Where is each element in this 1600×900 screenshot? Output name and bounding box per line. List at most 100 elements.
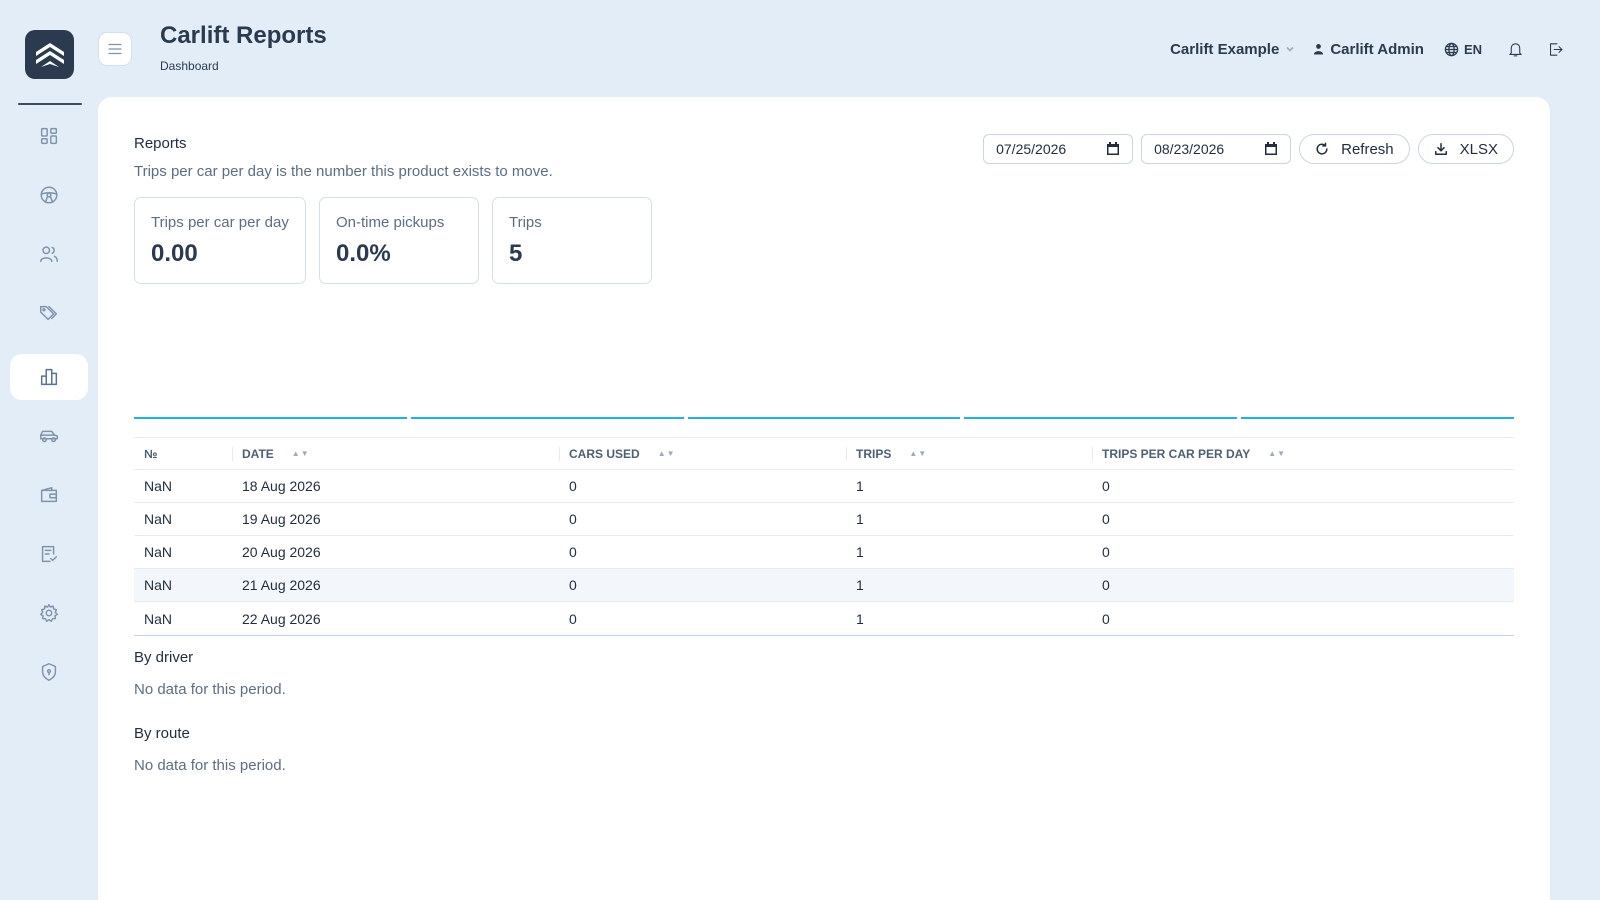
sidebar-item-pricing[interactable] [10,290,88,336]
bell-icon [1508,42,1522,56]
kpi-card-on-time-pickups: On-time pickups 0.0% [319,197,479,284]
kpi-label: Trips [509,214,542,231]
daily-report-table: № DATE ▲▼ CARS USED ▲▼ TRIPS ▲▼ TRIPS PER C… [134,437,1514,636]
column-label: CARS USED [569,446,640,461]
carlift-logo-icon [35,42,64,67]
column-label: TRIPS PER CAR PER DAY [1102,446,1251,461]
sort-icon[interactable]: ▲▼ [1268,449,1286,458]
sidebar-item-cars[interactable] [10,413,88,459]
page-title: Carlift Reports [160,22,327,49]
by-route-empty: No data for this period. [134,757,286,774]
column-label: DATE [242,446,274,461]
cell-number: NaN [144,577,173,593]
user-name: Carlift Admin [1330,40,1424,58]
sidebar-item-users[interactable] [10,231,88,277]
table-row[interactable]: NaN 21 Aug 2026 0 1 0 [134,569,1514,602]
bar-chart-icon [40,368,58,386]
sidebar-item-reports[interactable] [10,354,88,400]
logout-icon [1549,42,1562,56]
cell-number: NaN [144,478,173,494]
cell-trips-per-car: 0 [1102,610,1110,627]
column-header-trips[interactable]: TRIPS ▲▼ [846,438,1092,469]
refresh-label: Refresh [1341,140,1394,158]
app-logo[interactable] [25,30,74,79]
users-icon [40,246,58,263]
cell-trips-per-car: 0 [1102,478,1110,494]
cell-date: 22 Aug 2026 [242,610,321,627]
cell-number: NaN [144,610,173,627]
refresh-button[interactable]: Refresh [1299,134,1410,164]
org-selector[interactable]: Carlift Example [1170,41,1295,58]
cell-cars-used: 0 [569,511,577,527]
reports-title: Reports [134,135,187,152]
export-label: XLSX [1459,140,1498,158]
menu-toggle-button[interactable] [98,32,132,66]
sidebar-divider [18,103,82,105]
export-xlsx-button[interactable]: XLSX [1417,134,1514,164]
by-driver-title: By driver [134,649,194,666]
table-row[interactable]: NaN 22 Aug 2026 0 1 0 [134,602,1514,635]
steering-wheel-icon [40,186,58,204]
cell-date: 19 Aug 2026 [242,511,321,527]
date-to-input[interactable]: 08/23/2026 [1141,134,1292,164]
chart-segment [687,417,961,419]
cell-date: 20 Aug 2026 [242,544,321,560]
logout-button[interactable] [1546,40,1564,58]
notifications-button[interactable] [1506,40,1524,58]
kpi-label: Trips per car per day [151,214,289,231]
cell-trips: 1 [856,478,864,494]
column-label: TRIPS [856,446,892,461]
table-row[interactable]: NaN 19 Aug 2026 0 1 0 [134,503,1514,536]
calendar-icon[interactable] [1106,142,1120,156]
language-selector[interactable]: EN [1444,42,1482,57]
kpi-label: On-time pickups [336,214,445,231]
cell-number: NaN [144,544,173,560]
chart-segment [1241,417,1514,419]
column-header-number[interactable]: № [134,438,232,469]
shield-icon [41,663,57,681]
sort-icon[interactable]: ▲▼ [658,449,676,458]
sidebar-item-dashboard[interactable] [10,113,88,159]
table-row[interactable]: NaN 20 Aug 2026 0 1 0 [134,536,1514,569]
sidebar-item-security[interactable] [10,649,88,695]
sidebar-item-settings[interactable] [10,590,88,636]
cell-trips: 1 [856,544,864,560]
cell-number: NaN [144,511,173,527]
chevron-down-icon [1286,46,1294,52]
table-header: № DATE ▲▼ CARS USED ▲▼ TRIPS ▲▼ TRIPS PER C… [134,438,1514,470]
sidebar-item-wallet[interactable] [10,472,88,518]
sidebar-item-drivers[interactable] [10,172,88,218]
download-icon [1434,143,1447,155]
date-from-input[interactable]: 07/25/2026 [983,134,1134,164]
refresh-icon [1316,142,1328,155]
report-toolbar: 07/25/2026 08/23/2026 Refresh XLSX [983,134,1514,164]
calendar-icon[interactable] [1264,142,1278,156]
cell-trips: 1 [856,610,864,627]
cell-trips: 1 [856,511,864,527]
date-from-value: 07/25/2026 [996,141,1067,157]
user-menu[interactable]: Carlift Admin [1313,41,1424,58]
checklist-icon [41,545,58,563]
kpi-row: Trips per car per day 0.00 On-time picku… [134,197,652,284]
by-route-title: By route [134,725,190,742]
header-actions: Carlift Example Carlift Admin EN [1170,36,1564,62]
sort-icon[interactable]: ▲▼ [292,449,310,458]
table-row[interactable]: NaN 18 Aug 2026 0 1 0 [134,470,1514,503]
chart-segment [964,417,1238,419]
date-to-value: 08/23/2026 [1154,141,1225,157]
column-header-date[interactable]: DATE ▲▼ [232,438,559,469]
tags-icon [40,305,58,321]
column-label: № [144,446,158,461]
breadcrumb[interactable]: Dashboard [160,59,219,73]
column-header-cars-used[interactable]: CARS USED ▲▼ [559,438,846,469]
column-header-trips-per-car[interactable]: TRIPS PER CAR PER DAY ▲▼ [1092,438,1514,469]
chart-segment [134,417,407,419]
cell-trips-per-car: 0 [1102,544,1110,560]
kpi-value: 5 [509,240,523,267]
cell-cars-used: 0 [569,544,577,560]
kpi-value: 0.0% [336,240,391,267]
cell-cars-used: 0 [569,478,577,494]
sort-icon[interactable]: ▲▼ [909,449,927,458]
sidebar-item-tasks[interactable] [10,531,88,577]
reports-subtitle: Trips per car per day is the number this… [134,163,553,180]
